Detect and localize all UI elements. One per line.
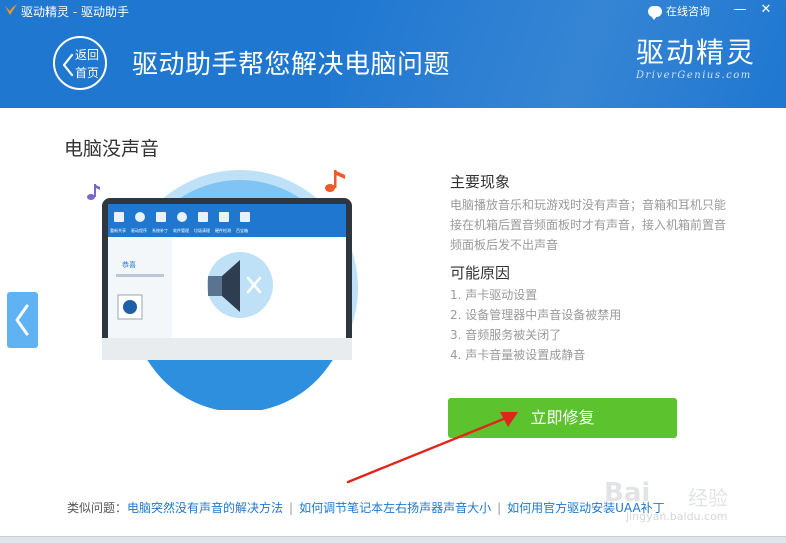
- related-label: 类似问题：: [67, 501, 128, 515]
- mini-toolbar-label-2: 系统补丁: [152, 227, 168, 233]
- cause-item: 3. 音频服务被关闭了: [450, 328, 562, 342]
- causes-list: 1. 声卡驱动设置 2. 设备管理器中声音设备被禁用 3. 音频服务被关闭了 4…: [450, 285, 621, 365]
- mini-home-icon: [114, 212, 124, 222]
- mini-monitor-icon: [219, 212, 229, 222]
- mini-left-panel: [108, 237, 172, 338]
- chat-bubble-icon: [648, 5, 662, 20]
- watermark-text-2: 经验: [688, 486, 728, 510]
- brand-name-cn: 驱动精灵: [636, 36, 757, 69]
- page-headline: 驱动助手帮您解决电脑问题: [132, 50, 451, 80]
- symptoms-text: 电脑播放音乐和玩游戏时没有声音；音箱和耳机只能接在机箱后置音频面板时才有声音，接…: [450, 198, 727, 252]
- back-home-button[interactable]: 返回首页: [53, 36, 107, 90]
- close-button[interactable]: ✕: [757, 1, 775, 19]
- mini-hp-circle: [123, 300, 137, 314]
- music-note-icon: [87, 184, 100, 200]
- cause-item: 2. 设备管理器中声音设备被禁用: [450, 308, 622, 322]
- mini-tools-icon: [240, 212, 250, 222]
- mini-trash-icon: [198, 212, 208, 222]
- watermark-url: jingyan.baidu.com: [626, 510, 728, 523]
- related-questions: 类似问题：电脑突然没有声音的解决方法 | 如何调节笔记本左右扬声器声音大小 | 如何用官…: [67, 499, 665, 516]
- mini-toolbar-label-4: 垃圾清理: [194, 227, 210, 233]
- mini-left-line: [116, 274, 164, 277]
- brand-name-en: DriverGenius.com: [636, 70, 752, 81]
- fix-now-button[interactable]: 立即修复: [448, 398, 677, 438]
- header-banner: 驱动精灵 - 驱动助手 在线咨询 — ✕ 返回首页 驱动助手帮您解决电脑问题 驱…: [0, 0, 786, 108]
- mini-toolbar-label-1: 驱动程序: [131, 227, 147, 233]
- mini-left-title: 恭喜: [122, 260, 136, 269]
- back-home-label: 返回首页: [74, 48, 99, 80]
- symptoms-heading: 主要现象: [450, 173, 511, 191]
- app-window: 驱动精灵 - 驱动助手 在线咨询 — ✕ 返回首页 驱动助手帮您解决电脑问题 驱…: [0, 0, 786, 543]
- online-consult-button[interactable]: 在线咨询: [648, 2, 710, 20]
- issue-title: 电脑没声音: [64, 138, 160, 160]
- bottom-strip: [0, 536, 786, 543]
- separator: |: [497, 501, 502, 515]
- mini-toolbar-label-6: 百宝箱: [236, 227, 248, 233]
- mini-software-icon: [177, 212, 187, 222]
- related-link[interactable]: 如何调节笔记本左右扬声器声音大小: [299, 501, 491, 515]
- causes-heading: 可能原因: [450, 264, 511, 282]
- title-bar: 驱动精灵 - 驱动助手 在线咨询 — ✕: [0, 0, 786, 22]
- watermark-text: Bai: [604, 478, 651, 508]
- driver-genius-logo-icon: [5, 4, 17, 15]
- brand-logo: 驱动精灵 DriverGenius.com: [636, 38, 760, 86]
- mini-toolbar-label-0: 重新共享: [110, 227, 126, 233]
- prev-issue-button[interactable]: [7, 292, 38, 348]
- related-link[interactable]: 电脑突然没有声音的解决方法: [127, 501, 283, 515]
- separator: |: [289, 501, 294, 515]
- baidu-watermark: Bai 经验 jingyan.baidu.com: [596, 474, 746, 534]
- cause-item: 4. 声卡音量被设置成静音: [450, 348, 586, 362]
- window-title: 驱动精灵 - 驱动助手: [21, 5, 129, 19]
- prev-arrow-icon: [15, 304, 29, 336]
- music-note-icon-orange: [325, 170, 345, 192]
- online-consult-label: 在线咨询: [666, 5, 710, 18]
- mini-toolbar-label-5: 硬件检测: [215, 227, 231, 233]
- cause-item: 1. 声卡驱动设置: [450, 288, 538, 302]
- mini-shield-icon: [156, 212, 166, 222]
- minimize-button[interactable]: —: [731, 1, 749, 19]
- mini-gear-icon: [135, 212, 145, 222]
- illustration: 重新共享 驱动程序 系统补丁 软件管理 垃圾清理 硬件检测 百宝箱 恭喜: [87, 170, 358, 410]
- monitor-chin: [102, 338, 352, 360]
- mini-toolbar-label-3: 软件管理: [173, 227, 189, 233]
